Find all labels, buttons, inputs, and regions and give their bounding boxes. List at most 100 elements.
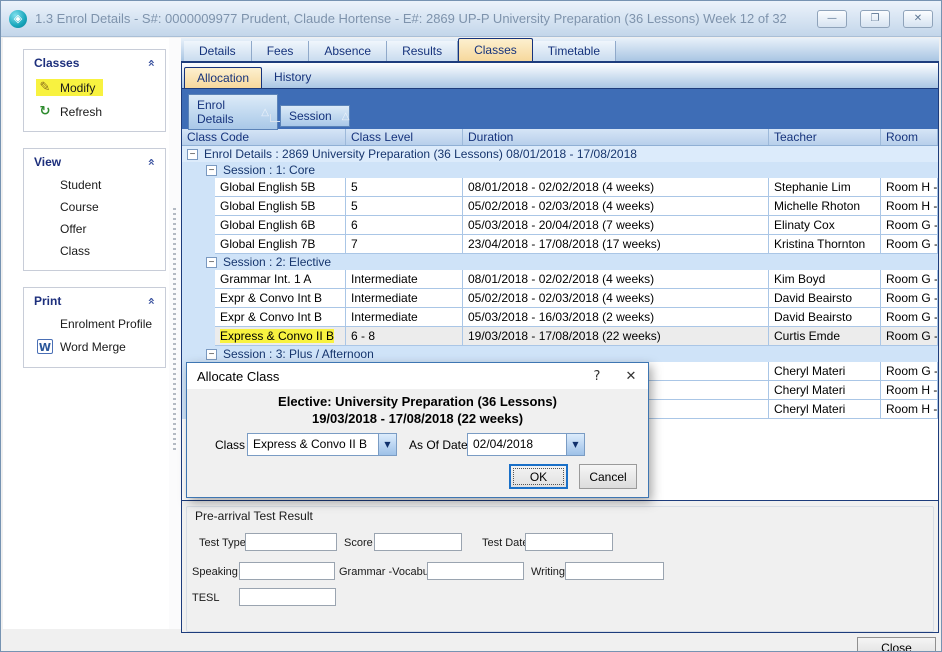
row-indent	[182, 235, 215, 254]
table-row[interactable]: Global English 5B 5 05/02/2018 - 02/03/2…	[182, 197, 938, 216]
group-row-session-2[interactable]: − Session : 2: Elective	[182, 254, 938, 270]
cell-teacher: Curtis Emde	[769, 327, 881, 346]
group-by-session[interactable]: Session △	[280, 105, 350, 127]
refresh-icon: ↻	[36, 104, 54, 119]
score-label: Score	[344, 537, 373, 549]
chevron-down-icon[interactable]: ▼	[566, 434, 584, 455]
column-header-teacher[interactable]: Teacher	[769, 129, 881, 145]
column-header-class-level[interactable]: Class Level	[346, 129, 463, 145]
column-header-duration[interactable]: Duration	[463, 129, 769, 145]
cell-duration: 05/02/2018 - 02/03/2018 (4 weeks)	[463, 197, 769, 216]
table-row[interactable]: Global English 7B 7 23/04/2018 - 17/08/2…	[182, 235, 938, 254]
row-indent	[182, 178, 215, 197]
word-icon: W	[36, 339, 54, 355]
tab-allocation[interactable]: Allocation	[184, 67, 262, 88]
sidebar-item-student[interactable]: Student	[24, 174, 165, 196]
help-icon[interactable]: ?	[580, 363, 614, 389]
group-row-session-3[interactable]: − Session : 3: Plus / Afternoon	[182, 346, 938, 362]
minimize-button[interactable]: —	[817, 10, 847, 28]
group-by-label: Enrol Details	[197, 98, 251, 126]
table-row[interactable]: Expr & Convo Int B Intermediate 05/03/20…	[182, 308, 938, 327]
cell-room: Room G -	[881, 362, 938, 381]
table-row[interactable]: Expr & Convo Int B Intermediate 05/02/20…	[182, 289, 938, 308]
table-row[interactable]: Global English 5B 5 08/01/2018 - 02/02/2…	[182, 178, 938, 197]
sidebar-item-offer[interactable]: Offer	[24, 218, 165, 240]
cell-room: Room G -	[881, 327, 938, 346]
dialog-close-icon[interactable]: ✕	[614, 363, 648, 389]
collapse-icon[interactable]: −	[187, 149, 198, 160]
close-window-button[interactable]: ✕	[903, 10, 933, 28]
group-row-enrol-details[interactable]: − Enrol Details : 2869 University Prepar…	[182, 146, 938, 162]
tab-timetable[interactable]: Timetable	[533, 41, 616, 61]
collapse-icon[interactable]: −	[206, 257, 217, 268]
sidebar-header-print[interactable]: Print »	[24, 288, 165, 313]
group-by-band: Enrol Details △ Session △	[182, 89, 938, 129]
cell-duration: 05/03/2018 - 16/03/2018 (2 weeks)	[463, 308, 769, 327]
sidebar-item-label: Modify	[60, 81, 95, 95]
cell-room: Room H -	[881, 197, 938, 216]
maximize-button[interactable]: ❐	[860, 10, 890, 28]
chevron-up-icon: »	[144, 59, 158, 67]
tab-classes[interactable]: Classes	[458, 38, 533, 61]
writing-field[interactable]	[565, 562, 664, 580]
score-field[interactable]	[374, 533, 462, 551]
collapse-icon[interactable]: −	[206, 165, 217, 176]
column-header-class-code[interactable]: Class Code	[182, 129, 346, 145]
sidebar-header-view[interactable]: View »	[24, 149, 165, 174]
speaking-field[interactable]	[239, 562, 335, 580]
sidebar-item-class[interactable]: Class	[24, 240, 165, 262]
test-date-label: Test Date	[482, 537, 528, 549]
sidebar-item-label: Word Merge	[60, 340, 126, 354]
close-button[interactable]: Close	[857, 637, 936, 652]
table-row[interactable]: Grammar Int. 1 A Intermediate 08/01/2018…	[182, 270, 938, 289]
tesl-field[interactable]	[239, 588, 336, 606]
table-row[interactable]: Global English 6B 6 05/03/2018 - 20/04/2…	[182, 216, 938, 235]
table-row-selected[interactable]: Express & Convo II B 6 - 8 19/03/2018 - …	[182, 327, 938, 346]
sidebar-splitter[interactable]	[169, 38, 181, 629]
group-by-enrol-details[interactable]: Enrol Details △	[188, 94, 278, 130]
group-row-session-1[interactable]: − Session : 1: Core	[182, 162, 938, 178]
test-type-label: Test Type	[199, 537, 246, 549]
footer-bar: Close	[2, 633, 942, 652]
ok-button[interactable]: OK	[509, 464, 568, 489]
cell-teacher: Stephanie Lim	[769, 178, 881, 197]
cancel-button[interactable]: Cancel	[579, 464, 637, 489]
sidebar-panel-view: View » Student Course Offer Class	[23, 148, 166, 271]
tab-results[interactable]: Results	[387, 41, 458, 61]
cell-teacher: Elinaty Cox	[769, 216, 881, 235]
sidebar-item-modify[interactable]: ✎ Modify	[24, 75, 165, 100]
column-header-room[interactable]: Room	[881, 129, 938, 145]
grammar-vocabulary-field[interactable]	[427, 562, 524, 580]
sidebar-item-label: Course	[60, 200, 99, 214]
tab-absence[interactable]: Absence	[309, 41, 387, 61]
as-of-date-dropdown[interactable]: 02/04/2018 ▼	[467, 433, 585, 456]
class-dropdown[interactable]: Express & Convo II B ▼	[247, 433, 397, 456]
tab-bar: Details Fees Absence Results Classes Tim…	[181, 38, 939, 62]
class-label: Class	[215, 438, 245, 452]
sidebar-item-course[interactable]: Course	[24, 196, 165, 218]
app-icon: ◈	[9, 10, 27, 28]
cell-class-code: Express & Convo II B	[215, 327, 346, 346]
test-date-field[interactable]	[525, 533, 613, 551]
tab-history[interactable]: History	[262, 67, 323, 88]
cell-class-code: Global English 5B	[215, 178, 346, 197]
cell-room: Room G -	[881, 235, 938, 254]
title-bar: ◈ 1.3 Enrol Details - S#: 0000009977 Pru…	[1, 1, 941, 37]
collapse-icon[interactable]: −	[206, 349, 217, 360]
chevron-down-icon[interactable]: ▼	[378, 434, 396, 455]
row-indent	[182, 327, 215, 346]
sidebar-header-classes[interactable]: Classes »	[24, 50, 165, 75]
cell-class-level: Intermediate	[346, 308, 463, 327]
test-type-field[interactable]	[245, 533, 337, 551]
cell-class-code: Grammar Int. 1 A	[215, 270, 346, 289]
sidebar-item-enrolment-profile[interactable]: Enrolment Profile	[24, 313, 165, 335]
cell-room: Room G -	[881, 289, 938, 308]
tab-details[interactable]: Details	[184, 41, 252, 61]
cell-class-code: Global English 5B	[215, 197, 346, 216]
sidebar-item-word-merge[interactable]: W Word Merge	[24, 335, 165, 359]
dialog-title-bar: Allocate Class ? ✕	[187, 363, 648, 389]
cell-room: Room H -	[881, 178, 938, 197]
tab-fees[interactable]: Fees	[252, 41, 310, 61]
cell-class-level: 6 - 8	[346, 327, 463, 346]
sidebar-item-refresh[interactable]: ↻ Refresh	[24, 100, 165, 123]
